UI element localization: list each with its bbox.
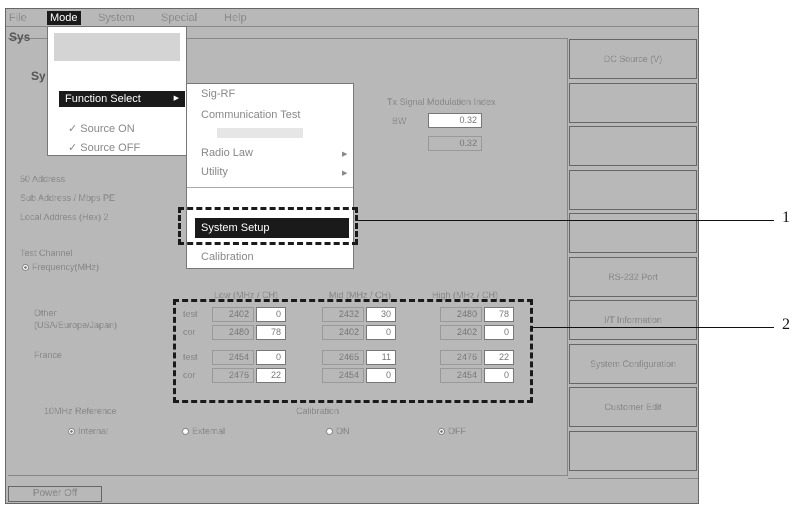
side-button-6[interactable]: I/T Information xyxy=(569,300,697,340)
menu-item-sig-rf[interactable]: Sig-RF xyxy=(201,88,235,100)
reference-header: 10MHz Reference xyxy=(44,406,117,416)
power-off-button[interactable]: Power Off xyxy=(8,486,102,502)
pane-right-line xyxy=(567,38,568,475)
calibration-on[interactable]: ON xyxy=(326,426,350,436)
callout-number-1: 1 xyxy=(782,209,790,226)
calibration-off[interactable]: OFF xyxy=(438,426,466,436)
radio-icon[interactable] xyxy=(326,428,333,436)
menu-special[interactable]: Special xyxy=(161,11,197,25)
tx-modulation-title: Tx Signal Modulation Index xyxy=(387,97,496,107)
local-address-label: Local Address (Hex) 2 xyxy=(20,212,109,222)
test-channel-header: Test Channel xyxy=(20,248,73,258)
radio-icon[interactable] xyxy=(438,428,445,436)
radio-icon[interactable] xyxy=(68,428,75,436)
menu-item-calibration[interactable]: Calibration xyxy=(201,251,254,263)
side-button-5[interactable]: RS-232 Port xyxy=(569,256,697,297)
menu-item-communication-test[interactable]: Communication Test xyxy=(201,109,300,121)
menu-file[interactable]: File xyxy=(9,11,27,25)
side-button-4[interactable] xyxy=(569,213,697,253)
pane-bottom-line xyxy=(8,475,568,476)
window-subtitle: Sy xyxy=(31,69,46,83)
side-button-2[interactable] xyxy=(569,126,697,166)
menu-item-source-off[interactable]: ✓ Source OFF xyxy=(68,141,140,154)
side-button-8[interactable]: Customer Edit xyxy=(569,387,697,427)
submenu-arrow-icon: ▶ xyxy=(342,151,348,158)
callout-line-1 xyxy=(358,220,774,221)
radio-icon[interactable] xyxy=(22,264,29,272)
callout-box-1 xyxy=(178,207,358,245)
group-other-sub: (USA/Europe/Japan) xyxy=(34,320,118,330)
submenu-arrow-icon: ▶ xyxy=(342,170,348,177)
window-title: Sys xyxy=(9,30,31,44)
callout-box-2 xyxy=(173,299,533,403)
sub-address-label: Sub Address / Mbps PE xyxy=(20,193,116,203)
callout-line-2 xyxy=(533,327,774,328)
side-button-9[interactable] xyxy=(569,430,697,471)
reference-external[interactable]: External xyxy=(182,426,225,436)
menu-help[interactable]: Help xyxy=(224,11,247,25)
test-channel-option[interactable]: Frequency(MHz) xyxy=(22,262,99,272)
menu-item-disabled xyxy=(217,128,303,138)
calibration-header: Calibration xyxy=(296,406,340,416)
mode-menu: Function Select ▶ ✓ Source ON ✓ Source O… xyxy=(47,26,187,156)
menu-item-source-on[interactable]: ✓ Source ON xyxy=(68,122,135,135)
address-header: 50 Address xyxy=(20,174,66,184)
side-button-3[interactable] xyxy=(569,169,697,210)
tx-bw-field-2[interactable]: 0.32 xyxy=(428,136,482,151)
menu-system[interactable]: System xyxy=(98,11,135,25)
menu-item-function-select[interactable]: Function Select ▶ xyxy=(59,91,185,107)
reference-internal[interactable]: Internal xyxy=(68,426,108,436)
menu-mode[interactable]: Mode xyxy=(47,11,81,25)
group-other-label: Other xyxy=(34,308,57,318)
mode-menu-disabled-area xyxy=(54,33,180,61)
callout-number-2: 2 xyxy=(782,316,790,333)
menu-item-utility[interactable]: Utility xyxy=(201,166,228,178)
submenu-arrow-icon: ▶ xyxy=(173,95,179,102)
menu-item-radio-law[interactable]: Radio Law xyxy=(201,147,253,159)
radio-icon[interactable] xyxy=(182,428,189,436)
tx-bw-label: BW xyxy=(392,116,407,126)
side-button-1[interactable] xyxy=(569,82,697,123)
tx-bw-field[interactable]: 0.32 xyxy=(428,113,482,128)
menu-divider xyxy=(187,187,353,188)
group-france-label: France xyxy=(34,350,63,360)
side-button-0[interactable]: DC Source (V) xyxy=(569,39,697,79)
status-line xyxy=(568,478,698,479)
side-button-7[interactable]: System Configuration xyxy=(569,343,697,384)
